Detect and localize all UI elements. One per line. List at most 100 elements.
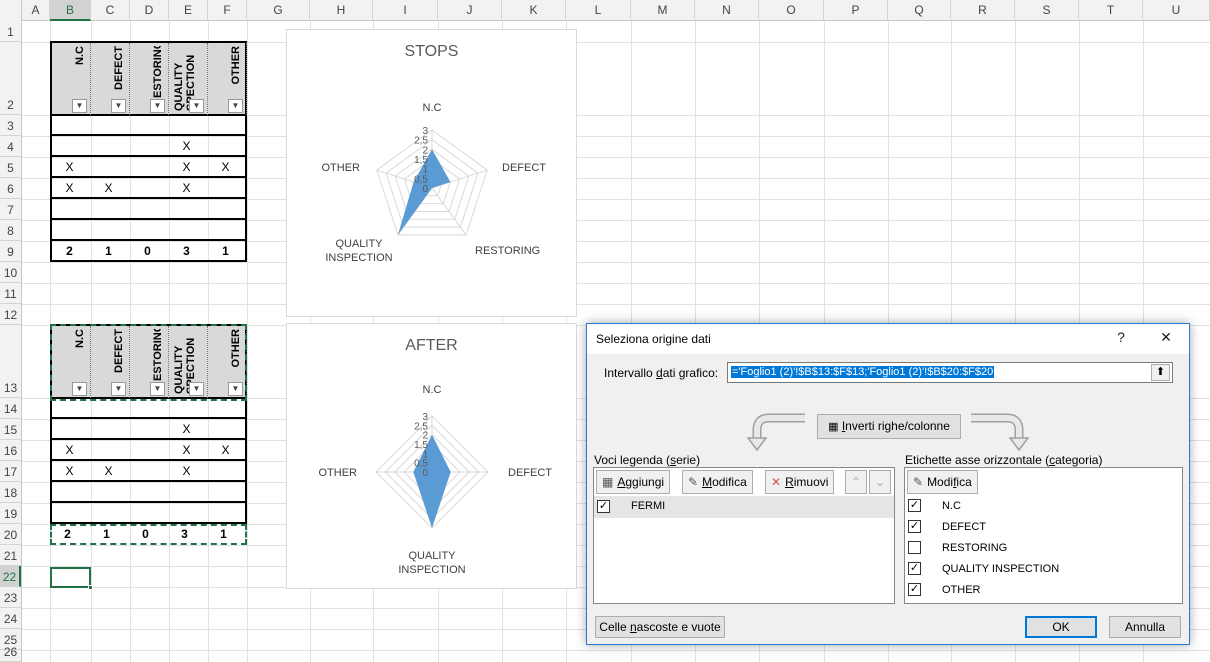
column-header-S[interactable]: S (1015, 0, 1079, 21)
column-header-Q[interactable]: Q (888, 0, 951, 21)
filter-dropdown-icon[interactable]: ▼ (189, 99, 204, 113)
filter-dropdown-icon[interactable]: ▼ (228, 99, 243, 113)
table-cell[interactable]: X (89, 464, 128, 478)
category-item[interactable]: ✓ N.C (905, 496, 1182, 517)
category-checkbox[interactable]: ✓ (908, 520, 921, 533)
column-header-B[interactable]: B (50, 0, 91, 21)
row-header-23[interactable]: 23 (0, 587, 21, 608)
column-header-M[interactable]: M (631, 0, 695, 21)
column-header-T[interactable]: T (1079, 0, 1143, 21)
row-header-9[interactable]: 9 (0, 241, 21, 262)
filter-dropdown-icon[interactable]: ▼ (111, 382, 126, 396)
move-down-button[interactable]: ⌄ (869, 470, 891, 494)
select-all-corner[interactable] (0, 0, 22, 21)
add-series-button[interactable]: ▦ Aggiungi (596, 470, 671, 494)
total-cell[interactable]: 0 (126, 527, 165, 541)
table-cell[interactable]: X (167, 181, 206, 195)
total-cell[interactable]: 1 (204, 527, 243, 541)
total-cell[interactable]: 3 (167, 244, 206, 258)
series-item[interactable]: ✓ FERMI (594, 496, 894, 518)
row-header-14[interactable]: 14 (0, 398, 21, 419)
column-header-N[interactable]: N (695, 0, 759, 21)
table-cell[interactable]: X (167, 160, 206, 174)
table-header-cell[interactable]: ESTORING ▼ (130, 326, 169, 398)
table-header-cell[interactable]: N.C ▼ (52, 326, 91, 398)
row-header-19[interactable]: 19 (0, 503, 21, 524)
category-item[interactable]: ✓ QUALITY INSPECTION (905, 559, 1182, 580)
filter-dropdown-icon[interactable]: ▼ (111, 99, 126, 113)
category-checkbox[interactable] (908, 541, 921, 554)
table-cell[interactable]: X (50, 160, 89, 174)
table-cell[interactable]: X (50, 181, 89, 195)
table-cell[interactable]: X (167, 422, 206, 436)
filter-dropdown-icon[interactable]: ▼ (150, 99, 165, 113)
category-checkbox[interactable]: ✓ (908, 583, 921, 596)
table-cell[interactable]: X (50, 443, 89, 457)
column-header-E[interactable]: E (169, 0, 208, 21)
row-header-7[interactable]: 7 (0, 199, 21, 220)
total-cell[interactable]: 2 (50, 244, 89, 258)
edit-axis-labels-button[interactable]: ✎ Modifica (907, 470, 978, 494)
remove-series-button[interactable]: ✕ Rimuovi (765, 470, 835, 494)
column-header-A[interactable]: A (22, 0, 50, 21)
ok-button[interactable]: OK (1025, 616, 1097, 638)
filter-dropdown-icon[interactable]: ▼ (72, 99, 87, 113)
column-header-G[interactable]: G (247, 0, 310, 21)
chart-stops[interactable]: STOPS 0 0,5 1 1,5 2 2,5 3 N.C DEFECT RESTORING QUA… (286, 29, 577, 317)
total-cell[interactable]: 3 (165, 527, 204, 541)
table-header-cell[interactable]: DEFECT ▼ (91, 326, 130, 398)
switch-row-column-button[interactable]: ▦ Inverti righe/colonne (817, 414, 961, 439)
table-header-cell[interactable]: OTHER ▼ (208, 326, 247, 398)
row-header-8[interactable]: 8 (0, 220, 21, 241)
row-header-18[interactable]: 18 (0, 482, 21, 503)
filter-dropdown-icon[interactable]: ▼ (228, 382, 243, 396)
category-item[interactable]: ✓ OTHER (905, 580, 1182, 601)
table-cell[interactable]: X (89, 181, 128, 195)
hidden-empty-cells-button[interactable]: Celle nascoste e vuote (595, 616, 725, 638)
row-header-24[interactable]: 24 (0, 608, 21, 629)
category-checkbox[interactable]: ✓ (908, 499, 921, 512)
table-header-cell[interactable]: QUALITY SPECTION ▼ (169, 326, 208, 398)
close-button[interactable]: ✕ (1155, 329, 1177, 346)
row-header-13[interactable]: 13 (0, 325, 21, 398)
collapse-dialog-icon[interactable]: ⬆ (1151, 364, 1170, 381)
column-header-H[interactable]: H (310, 0, 373, 21)
row-header-22[interactable]: 22 (0, 566, 21, 587)
row-header-11[interactable]: 11 (0, 283, 21, 304)
table-header-cell[interactable]: ESTORING ▼ (130, 43, 169, 115)
table-header-cell[interactable]: N.C ▼ (52, 43, 91, 115)
cancel-button[interactable]: Annulla (1109, 616, 1181, 638)
row-header-26[interactable]: 26 (0, 645, 21, 662)
row-header-10[interactable]: 10 (0, 262, 21, 283)
column-header-O[interactable]: O (759, 0, 824, 21)
column-header-D[interactable]: D (130, 0, 169, 21)
row-header-21[interactable]: 21 (0, 545, 21, 566)
row-header-4[interactable]: 4 (0, 136, 21, 157)
column-header-R[interactable]: R (951, 0, 1015, 21)
row-header-5[interactable]: 5 (0, 157, 21, 178)
table-cell[interactable]: X (206, 443, 245, 457)
series-checkbox[interactable]: ✓ (597, 500, 610, 513)
fill-handle[interactable] (88, 585, 93, 590)
help-button[interactable]: ? (1110, 329, 1132, 345)
column-header-L[interactable]: L (566, 0, 631, 21)
column-header-I[interactable]: I (373, 0, 438, 21)
filter-dropdown-icon[interactable]: ▼ (72, 382, 87, 396)
filter-dropdown-icon[interactable]: ▼ (150, 382, 165, 396)
range-input[interactable]: ='Foglio1 (2)'!$B$13:$F$13;'Foglio1 (2)'… (727, 362, 1173, 383)
filter-dropdown-icon[interactable]: ▼ (189, 382, 204, 396)
table-header-cell[interactable]: DEFECT ▼ (91, 43, 130, 115)
category-item[interactable]: RESTORING (905, 538, 1182, 559)
row-header-1[interactable]: 1 (0, 21, 21, 42)
edit-series-button[interactable]: ✎ Modifica (682, 470, 753, 494)
table-cell[interactable]: X (167, 443, 206, 457)
column-header-K[interactable]: K (502, 0, 566, 21)
row-header-12[interactable]: 12 (0, 304, 21, 325)
row-header-15[interactable]: 15 (0, 419, 21, 440)
table-header-cell[interactable]: QUALITY SPECTION ▼ (169, 43, 208, 115)
table-cell[interactable]: X (167, 464, 206, 478)
row-header-6[interactable]: 6 (0, 178, 21, 199)
table-cell[interactable]: X (50, 464, 89, 478)
category-item[interactable]: ✓ DEFECT (905, 517, 1182, 538)
row-header-17[interactable]: 17 (0, 461, 21, 482)
